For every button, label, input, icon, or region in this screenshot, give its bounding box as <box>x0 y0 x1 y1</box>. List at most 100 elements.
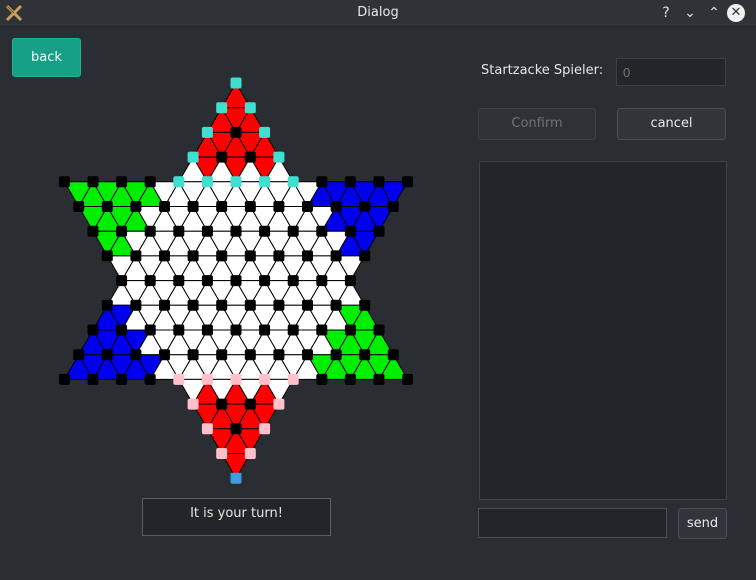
board-hole[interactable] <box>316 225 328 237</box>
board-hole[interactable] <box>101 299 113 311</box>
board-hole[interactable] <box>73 349 85 361</box>
board-hole[interactable] <box>316 176 328 188</box>
board-hole[interactable] <box>159 349 170 361</box>
send-button[interactable]: send <box>678 508 727 539</box>
board-hole[interactable] <box>144 275 156 287</box>
board-hole[interactable] <box>330 349 342 361</box>
board-hole[interactable] <box>244 398 256 410</box>
board-hole[interactable] <box>159 299 170 311</box>
board-hole[interactable] <box>230 324 242 336</box>
board-hole[interactable] <box>259 225 271 237</box>
board-hole[interactable] <box>187 398 199 410</box>
board-hole[interactable] <box>201 126 213 138</box>
board-hole[interactable] <box>244 250 256 262</box>
board-hole[interactable] <box>259 176 271 188</box>
board-hole[interactable] <box>201 275 213 287</box>
board-hole[interactable] <box>316 324 328 336</box>
board-hole[interactable] <box>201 373 213 385</box>
board-hole[interactable] <box>273 398 285 410</box>
board-hole[interactable] <box>159 250 170 262</box>
board-hole[interactable] <box>144 324 156 336</box>
board-hole[interactable] <box>230 126 242 138</box>
board-hole[interactable] <box>273 349 285 361</box>
board-hole[interactable] <box>159 201 170 212</box>
board-hole[interactable] <box>330 299 342 311</box>
board-hole[interactable] <box>373 176 385 188</box>
board-hole[interactable] <box>130 349 142 361</box>
board-hole[interactable] <box>116 176 128 188</box>
board-hole[interactable] <box>187 151 199 163</box>
board-hole[interactable] <box>302 250 313 262</box>
board-hole[interactable] <box>230 77 242 89</box>
board-hole[interactable] <box>216 398 228 410</box>
board-hole[interactable] <box>116 373 128 385</box>
board-hole[interactable] <box>101 201 113 212</box>
confirm-button[interactable]: Confirm <box>478 108 596 140</box>
start-player-input[interactable] <box>616 58 726 86</box>
board-hole[interactable] <box>58 373 70 385</box>
board-hole[interactable] <box>359 201 371 212</box>
board-hole[interactable] <box>87 225 99 237</box>
board-hole[interactable] <box>130 299 142 311</box>
board-hole[interactable] <box>359 299 371 311</box>
board-hole[interactable] <box>344 324 356 336</box>
board-hole[interactable] <box>316 275 328 287</box>
board-hole[interactable] <box>73 201 85 212</box>
board-hole[interactable] <box>259 275 271 287</box>
board-hole[interactable] <box>144 176 156 188</box>
board-hole[interactable] <box>230 472 242 484</box>
board-hole[interactable] <box>216 250 228 262</box>
board-hole[interactable] <box>230 373 242 385</box>
board-hole[interactable] <box>344 176 356 188</box>
board-hole[interactable] <box>359 250 371 262</box>
board-hole[interactable] <box>287 373 299 385</box>
board-hole[interactable] <box>259 126 271 138</box>
board-hole[interactable] <box>373 324 385 336</box>
board-hole[interactable] <box>201 176 213 188</box>
board-hole[interactable] <box>173 275 185 287</box>
board-hole[interactable] <box>230 423 242 435</box>
board-hole[interactable] <box>216 151 228 163</box>
board-hole[interactable] <box>259 423 271 435</box>
board-hole[interactable] <box>373 373 385 385</box>
board-hole[interactable] <box>373 225 385 237</box>
board-hole[interactable] <box>244 299 256 311</box>
board-hole[interactable] <box>387 201 399 212</box>
board-hole[interactable] <box>101 250 113 262</box>
board-hole[interactable] <box>216 102 228 114</box>
board-hole[interactable] <box>273 250 285 262</box>
board-hole[interactable] <box>259 324 271 336</box>
board-hole[interactable] <box>144 225 156 237</box>
board-hole[interactable] <box>87 324 99 336</box>
board-hole[interactable] <box>302 299 313 311</box>
board-hole[interactable] <box>216 349 228 361</box>
board-hole[interactable] <box>116 324 128 336</box>
board-hole[interactable] <box>216 448 228 459</box>
board-hole[interactable] <box>287 225 299 237</box>
board-hole[interactable] <box>273 201 285 212</box>
board-hole[interactable] <box>116 225 128 237</box>
board-hole[interactable] <box>273 151 285 163</box>
board-hole[interactable] <box>116 275 128 287</box>
board-hole[interactable] <box>344 225 356 237</box>
board-hole[interactable] <box>130 250 142 262</box>
chat-input[interactable] <box>478 508 667 538</box>
board-hole[interactable] <box>187 201 199 212</box>
board-hole[interactable] <box>187 349 199 361</box>
board-hole[interactable] <box>402 373 414 385</box>
board-hole[interactable] <box>344 373 356 385</box>
board-hole[interactable] <box>273 299 285 311</box>
board-hole[interactable] <box>201 324 213 336</box>
board-hole[interactable] <box>87 373 99 385</box>
board-hole[interactable] <box>216 201 228 212</box>
board-hole[interactable] <box>387 349 399 361</box>
board-hole[interactable] <box>244 201 256 212</box>
board-hole[interactable] <box>58 176 70 188</box>
board-hole[interactable] <box>101 349 113 361</box>
board-hole[interactable] <box>287 324 299 336</box>
board-hole[interactable] <box>87 176 99 188</box>
board-hole[interactable] <box>173 324 185 336</box>
board-hole[interactable] <box>344 275 356 287</box>
board-hole[interactable] <box>130 201 142 212</box>
board-hole[interactable] <box>302 201 313 212</box>
